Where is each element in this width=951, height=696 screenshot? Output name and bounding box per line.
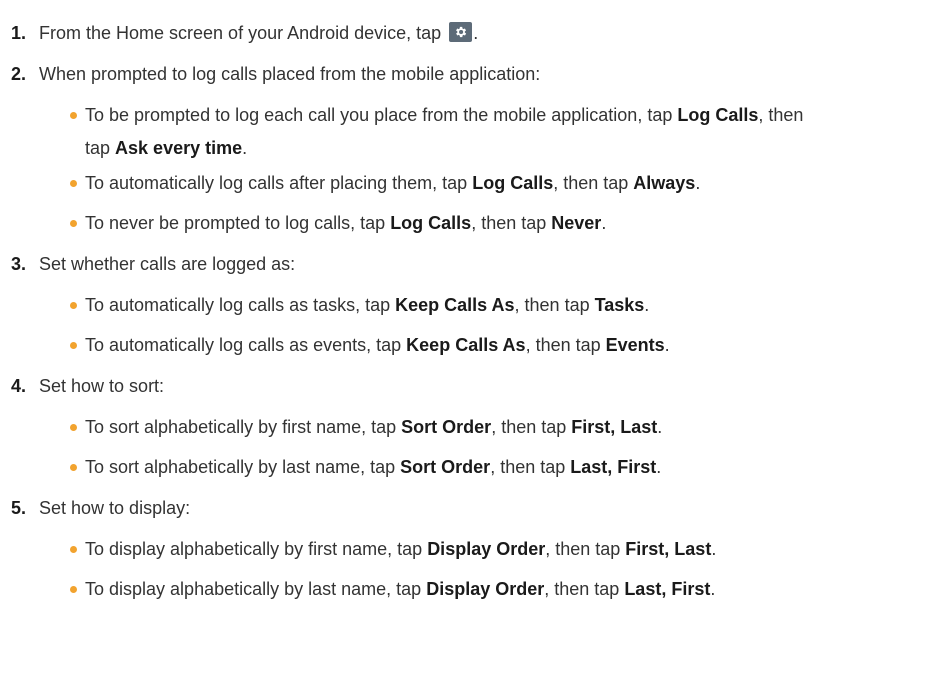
step-number: 5. <box>11 498 27 518</box>
bold-term: Log Calls <box>677 105 759 125</box>
bullet-text: . <box>664 335 670 355</box>
bullet-text: , then tap <box>553 173 634 193</box>
bold-term: Always <box>633 173 696 193</box>
bullet-text: . <box>601 213 607 233</box>
bold-term: Sort Order <box>400 457 491 477</box>
step-number: 4. <box>11 376 27 396</box>
bullet-text: , then tap <box>545 539 626 559</box>
bullet-text: . <box>656 457 662 477</box>
bullet-text: To display alphabetically by last name, … <box>85 579 427 599</box>
step-number: 2. <box>11 64 27 84</box>
bold-term: Display Order <box>426 579 545 599</box>
bold-term: Keep Calls As <box>406 335 526 355</box>
step-text: Set whether calls are logged as: <box>39 254 296 274</box>
bullet-text: , then tap <box>514 295 595 315</box>
bullet-text: . <box>711 539 717 559</box>
bullet-text: , then tap <box>490 457 571 477</box>
bullet-dot <box>70 464 77 471</box>
bold-term: Tasks <box>594 295 645 315</box>
bullet-text: To display alphabetically by first name,… <box>85 539 428 559</box>
bullet-text: To sort alphabetically by last name, tap <box>85 457 401 477</box>
bullet-text: . <box>242 138 248 158</box>
bullet-text: To never be prompted to log calls, tap <box>85 213 391 233</box>
bold-term: Last, First <box>624 579 711 599</box>
bullet-text: To be prompted to log each call you plac… <box>85 105 678 125</box>
bullet-dot <box>70 302 77 309</box>
bullet-text: . <box>657 417 663 437</box>
bullet-text: , then tap <box>491 417 572 437</box>
bullet-dot <box>70 546 77 553</box>
step-text: Set how to display: <box>39 498 191 518</box>
bold-term: Last, First <box>570 457 657 477</box>
bullet-text: To automatically log calls after placing… <box>85 173 473 193</box>
bullet-text: , then <box>758 105 804 125</box>
bullet-text: tap <box>85 138 116 158</box>
bullet-dot <box>70 424 77 431</box>
bold-term: Log Calls <box>390 213 472 233</box>
bullet-text: To automatically log calls as tasks, tap <box>85 295 396 315</box>
bullet-dot <box>70 586 77 593</box>
bullet-text: , then tap <box>471 213 552 233</box>
step-text: From the Home screen of your Android dev… <box>39 22 479 43</box>
bold-term: Sort Order <box>401 417 492 437</box>
bullet-text: . <box>644 295 650 315</box>
bullet-dot <box>70 220 77 227</box>
bold-term: First, Last <box>571 417 658 437</box>
bold-term: First, Last <box>625 539 712 559</box>
bold-term: Log Calls <box>472 173 554 193</box>
step-number: 1. <box>11 23 27 43</box>
bold-term: Keep Calls As <box>395 295 515 315</box>
bullet-dot <box>70 180 77 187</box>
bold-term: Events <box>605 335 665 355</box>
bullet-text: To automatically log calls as events, ta… <box>85 335 407 355</box>
bullet-text: . <box>710 579 716 599</box>
bullet-dot <box>70 342 77 349</box>
bullet-text: , then tap <box>544 579 625 599</box>
bullet-dot <box>70 112 77 119</box>
bold-term: Display Order <box>427 539 546 559</box>
step-text: When prompted to log calls placed from t… <box>39 64 541 84</box>
bullet-text: . <box>695 173 701 193</box>
gear-icon <box>449 22 473 43</box>
bold-term: Never <box>551 213 602 233</box>
instruction-document: 1. From the Home screen of your Android … <box>0 0 951 696</box>
step-number: 3. <box>11 254 27 274</box>
step-text: Set how to sort: <box>39 376 165 396</box>
bullet-text: To sort alphabetically by first name, ta… <box>85 417 402 437</box>
bold-term: Ask every time <box>115 138 243 158</box>
bullet-text: , then tap <box>525 335 606 355</box>
